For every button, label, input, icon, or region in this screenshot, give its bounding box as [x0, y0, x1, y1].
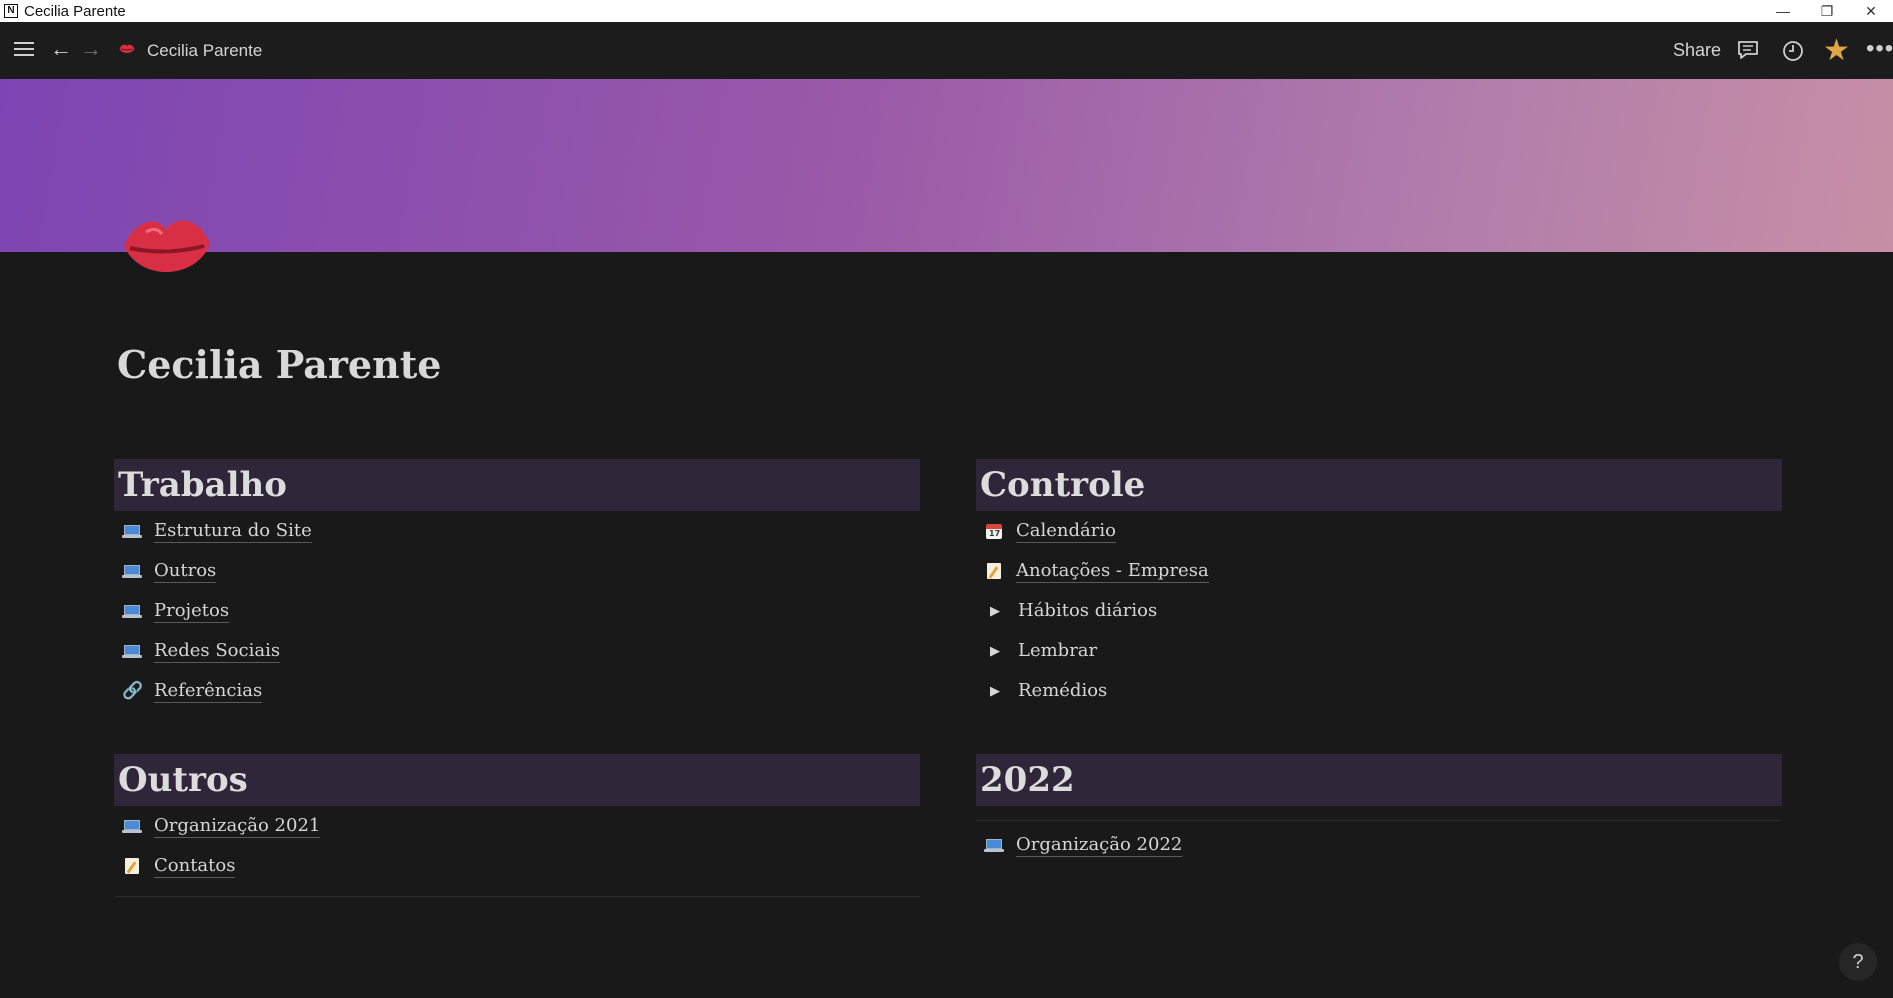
notion-app-icon: N	[4, 4, 18, 18]
column-left-outros: Outros Organização 2021 Contatos	[114, 754, 920, 897]
page-cover-image[interactable]	[0, 79, 1893, 252]
help-button[interactable]: ?	[1839, 943, 1877, 981]
page-link-label[interactable]: Anotações - Empresa	[1016, 560, 1209, 583]
laptop-icon	[122, 562, 142, 580]
laptop-icon	[984, 836, 1004, 854]
list-item[interactable]: Outros	[114, 551, 920, 591]
breadcrumb-page-title[interactable]: Cecilia Parente	[147, 41, 262, 61]
share-button[interactable]: Share	[1673, 40, 1721, 61]
column-left-trabalho: Trabalho Estrutura do Site Outros Projet…	[114, 459, 920, 711]
memo-icon	[984, 562, 1004, 580]
column-right-controle: Controle Calendário Anotações - Empresa …	[976, 459, 1782, 711]
column-right-2022: 2022 Organização 2022	[976, 754, 1782, 865]
link-icon: 🔗	[122, 681, 144, 701]
toggle-label[interactable]: Hábitos diários	[1018, 600, 1157, 622]
more-options-icon[interactable]: •••	[1866, 35, 1893, 63]
window-titlebar: N Cecilia Parente — ❐ ✕	[0, 0, 1893, 22]
section-heading-controle[interactable]: Controle	[976, 459, 1782, 511]
calendar-icon	[984, 522, 1004, 540]
list-item[interactable]: Estrutura do Site	[114, 511, 920, 551]
back-arrow-icon[interactable]: ←	[50, 36, 72, 62]
close-icon[interactable]: ✕	[1849, 0, 1893, 22]
list-item[interactable]: Calendário	[976, 511, 1782, 551]
page-link-label[interactable]: Estrutura do Site	[154, 520, 312, 543]
updates-clock-icon[interactable]	[1781, 39, 1805, 63]
page-link-label[interactable]: Contatos	[154, 855, 236, 878]
window-title: Cecilia Parente	[24, 2, 126, 20]
restore-icon[interactable]: ❐	[1805, 0, 1849, 22]
hamburger-menu-icon[interactable]	[12, 38, 36, 60]
toggle-label[interactable]: Remédios	[1018, 680, 1107, 702]
page-link-label[interactable]: Outros	[154, 560, 217, 583]
toggle-item[interactable]: ▶ Remédios	[976, 671, 1782, 711]
page-link-label[interactable]: Projetos	[154, 600, 230, 623]
toggle-arrow-icon[interactable]: ▶	[990, 684, 1004, 699]
toggle-arrow-icon[interactable]: ▶	[990, 604, 1004, 619]
list-item[interactable]: Anotações - Empresa	[976, 551, 1782, 591]
laptop-icon	[122, 602, 142, 620]
divider	[114, 896, 920, 897]
page-link-label[interactable]: Redes Sociais	[154, 640, 281, 663]
divider	[976, 820, 1782, 821]
list-item[interactable]: Organização 2021	[114, 806, 920, 846]
list-item[interactable]: Projetos	[114, 591, 920, 631]
section-heading-trabalho[interactable]: Trabalho	[114, 459, 920, 511]
page-topbar: ← → Cecilia Parente Share ★ •••	[0, 22, 1893, 79]
section-heading-2022[interactable]: 2022	[976, 754, 1782, 806]
laptop-icon	[122, 817, 142, 835]
page-icon-kiss-mark[interactable]	[118, 210, 214, 290]
minimize-icon[interactable]: —	[1761, 0, 1805, 22]
favorite-star-icon[interactable]: ★	[1823, 33, 1850, 68]
laptop-icon	[122, 522, 142, 540]
forward-arrow-icon[interactable]: →	[80, 36, 102, 62]
toggle-item[interactable]: ▶ Hábitos diários	[976, 591, 1782, 631]
window-controls: — ❐ ✕	[1761, 0, 1893, 22]
page-link-label[interactable]: Organização 2022	[1016, 834, 1183, 857]
page-link-label[interactable]: Referências	[154, 680, 263, 703]
laptop-icon	[122, 642, 142, 660]
comments-icon[interactable]	[1736, 39, 1760, 61]
list-item[interactable]: Organização 2022	[976, 825, 1782, 865]
list-item[interactable]: 🔗 Referências	[114, 671, 920, 711]
list-item[interactable]: Redes Sociais	[114, 631, 920, 671]
memo-icon	[122, 857, 142, 875]
list-item[interactable]: Contatos	[114, 846, 920, 886]
section-heading-outros[interactable]: Outros	[114, 754, 920, 806]
toggle-label[interactable]: Lembrar	[1018, 640, 1097, 662]
kiss-mark-icon	[119, 44, 135, 53]
page-link-label[interactable]: Calendário	[1016, 520, 1116, 543]
toggle-item[interactable]: ▶ Lembrar	[976, 631, 1782, 671]
page-link-label[interactable]: Organização 2021	[154, 815, 321, 838]
page-title[interactable]: Cecilia Parente	[117, 342, 441, 387]
toggle-arrow-icon[interactable]: ▶	[990, 644, 1004, 659]
